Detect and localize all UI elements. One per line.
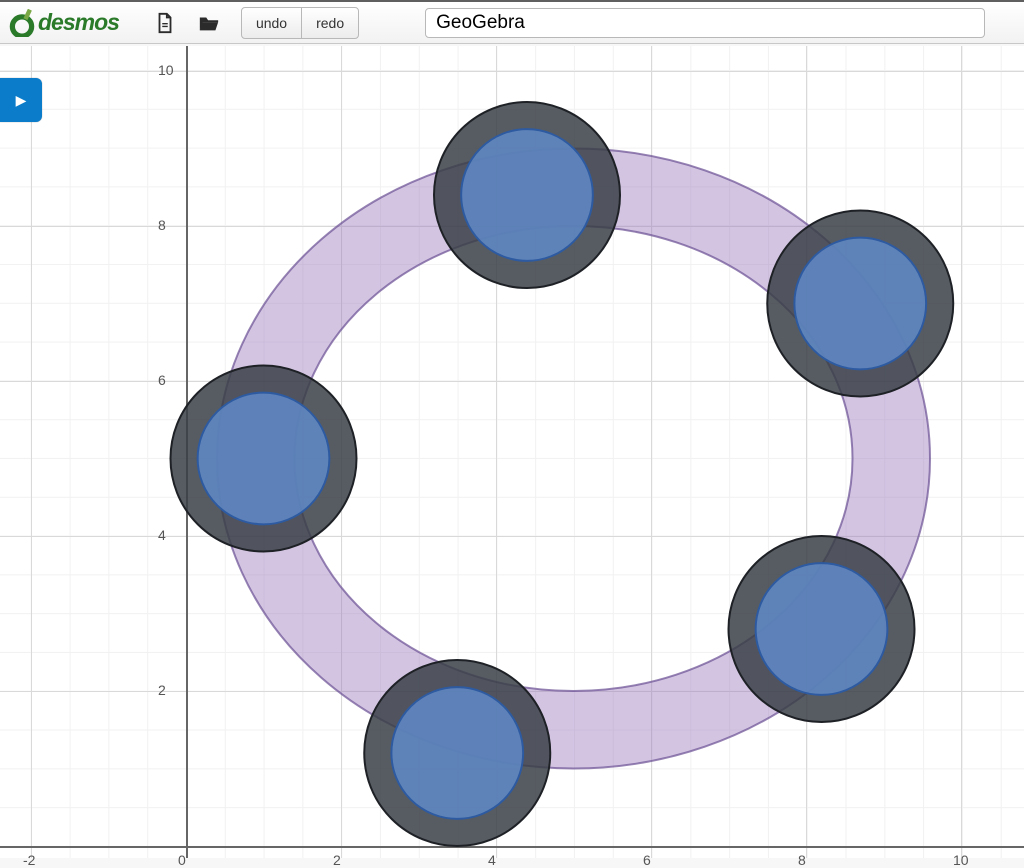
expand-sidebar-button[interactable]: ▶ xyxy=(0,78,42,122)
open-folder-icon[interactable] xyxy=(193,7,225,39)
dot-inner-fill xyxy=(794,238,926,370)
toolbar: desmos undo redo xyxy=(0,0,1024,44)
plot-dot[interactable] xyxy=(434,102,620,288)
brand-logo: desmos xyxy=(8,9,119,37)
y-tick-label: 2 xyxy=(158,682,166,698)
brand-name: desmos xyxy=(38,9,119,36)
graph-canvas[interactable]: -20246810246810 xyxy=(0,46,1024,858)
x-tick-label: 2 xyxy=(333,852,341,868)
undo-redo-group: undo redo xyxy=(241,7,359,39)
x-tick-label: 6 xyxy=(643,852,651,868)
y-tick-label: 8 xyxy=(158,217,166,233)
plot-dot[interactable] xyxy=(729,536,915,722)
chevron-right-icon: ▶ xyxy=(16,92,27,109)
undo-button[interactable]: undo xyxy=(241,7,302,39)
y-tick-label: 10 xyxy=(158,62,174,78)
x-tick-label: 10 xyxy=(953,852,969,868)
y-tick-label: 6 xyxy=(158,372,166,388)
dot-inner-fill xyxy=(391,687,523,819)
dot-inner-fill xyxy=(461,129,593,261)
logo-icon xyxy=(8,9,36,37)
plot-dot[interactable] xyxy=(364,660,550,846)
dot-inner-fill xyxy=(756,563,888,695)
x-tick-label: 0 xyxy=(178,852,186,868)
plot-dot[interactable] xyxy=(171,366,357,552)
dot-inner-fill xyxy=(198,393,330,525)
new-document-icon[interactable] xyxy=(149,7,181,39)
y-tick-label: 4 xyxy=(158,527,166,543)
x-tick-label: 8 xyxy=(798,852,806,868)
graph-title-input[interactable] xyxy=(425,8,985,38)
x-tick-label: 4 xyxy=(488,852,496,868)
graph-objects xyxy=(0,46,1024,858)
x-tick-label: -2 xyxy=(23,852,35,868)
redo-button[interactable]: redo xyxy=(301,7,359,39)
plot-dot[interactable] xyxy=(767,211,953,397)
